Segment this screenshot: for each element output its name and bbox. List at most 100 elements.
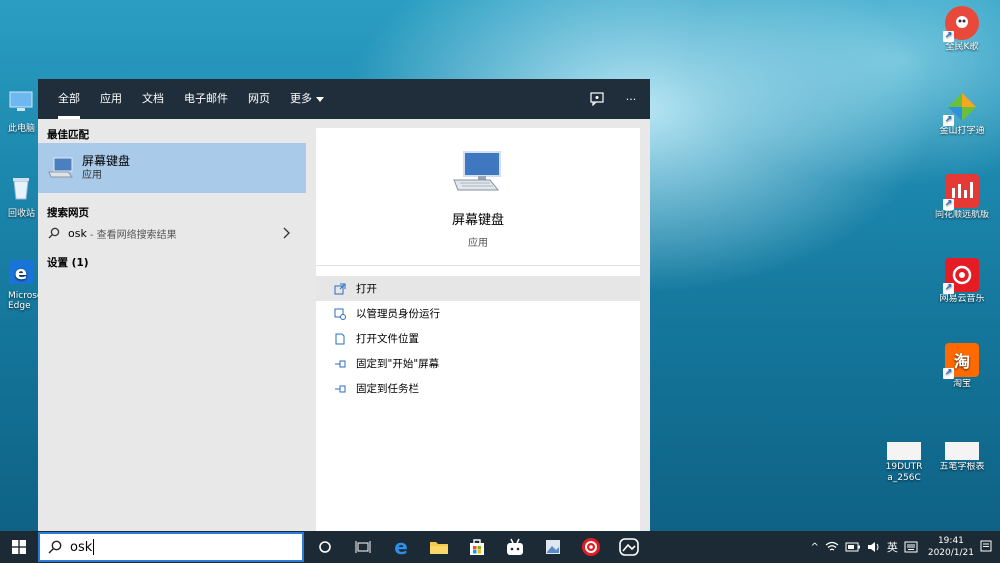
- action-open[interactable]: 打开: [316, 276, 640, 301]
- best-match-heading: 最佳匹配: [47, 129, 89, 141]
- keyboard-monitor-icon: [48, 157, 74, 178]
- open-icon: [334, 283, 346, 295]
- show-hidden-icons-button[interactable]: ^: [810, 542, 818, 553]
- photos-icon: [619, 538, 639, 556]
- desktop-icon-image-file-2[interactable]: 五笔字根表: [932, 442, 992, 473]
- chevron-right-icon[interactable]: [282, 227, 290, 239]
- more-options-button[interactable]: ···: [622, 90, 640, 108]
- tab-web[interactable]: 网页: [238, 79, 280, 119]
- taskbar-search-input[interactable]: osk: [38, 532, 304, 562]
- this-pc-icon: [9, 91, 33, 111]
- svg-text:e: e: [394, 537, 408, 557]
- clock[interactable]: 19:41 2020/1/21: [928, 535, 974, 559]
- tab-apps[interactable]: 应用: [90, 79, 132, 119]
- desktop-icon-edge[interactable]: e Microsoft Edge: [0, 258, 49, 311]
- desktop-icon-kingsoft-typing[interactable]: ↗ 金山打字通: [932, 90, 992, 137]
- action-label: 打开文件位置: [356, 333, 419, 345]
- clock-time: 19:41: [937, 536, 964, 546]
- action-run-as-admin[interactable]: 以管理员身份运行: [316, 301, 640, 326]
- desktop-icon-netease-music[interactable]: ↗ 网易云音乐: [932, 258, 992, 305]
- action-label: 固定到"开始"屏幕: [356, 358, 440, 370]
- windows-logo-icon: [12, 540, 26, 554]
- desktop-icon-stock-app[interactable]: ↗ 同花顺远航版: [932, 174, 992, 221]
- edge-icon: e: [394, 537, 408, 557]
- desktop-icon-taobao[interactable]: 淘 ↗ 淘宝: [932, 343, 992, 390]
- shortcut-arrow-icon: ↗: [943, 199, 954, 210]
- desktop-icon-recycle-bin[interactable]: 回收站: [0, 173, 38, 219]
- tab-all[interactable]: 全部: [48, 79, 90, 119]
- tab-more-label: 更多: [290, 92, 312, 105]
- best-match-subtitle: 应用: [82, 170, 102, 181]
- desktop-icon-image-file-1[interactable]: 19DUTR a_256C: [874, 442, 934, 484]
- taskbar: osk e ^ 英 19:41 2020/1/21: [0, 531, 1000, 563]
- text-cursor: [93, 539, 95, 555]
- taskbar-app-photos[interactable]: [610, 531, 648, 563]
- desktop-icon-label: 淘宝: [952, 379, 971, 389]
- input-method-indicator[interactable]: 英: [887, 539, 898, 555]
- taskbar-app-store[interactable]: [458, 531, 496, 563]
- cortana-button[interactable]: [306, 531, 344, 563]
- cortana-icon: [319, 541, 331, 553]
- best-match-item[interactable]: 屏幕键盘 应用: [38, 143, 306, 193]
- edge-icon: e: [9, 260, 33, 284]
- settings-heading[interactable]: 设置 (1): [38, 247, 306, 271]
- volume-icon[interactable]: [867, 541, 881, 553]
- search-input-value: osk: [70, 539, 93, 555]
- recycle-bin-icon: [13, 178, 29, 200]
- action-label: 以管理员身份运行: [356, 308, 440, 320]
- tab-documents[interactable]: 文档: [132, 79, 174, 119]
- action-pin-to-start[interactable]: 固定到"开始"屏幕: [316, 351, 640, 376]
- desktop-icon-this-pc[interactable]: 此电脑: [0, 88, 38, 134]
- shortcut-arrow-icon: ↗: [943, 368, 954, 379]
- shortcut-arrow-icon: ↗: [943, 283, 954, 294]
- stock-app-icon: ↗: [943, 174, 979, 210]
- shortcut-arrow-icon: ↗: [943, 31, 954, 42]
- keyboard-icon[interactable]: [904, 541, 918, 553]
- shortcut-arrow-icon: ↗: [943, 115, 954, 126]
- action-label: 打开: [356, 283, 377, 295]
- action-pin-to-taskbar[interactable]: 固定到任务栏: [316, 376, 640, 401]
- web-search-query: osk: [68, 226, 87, 240]
- wifi-icon[interactable]: [825, 541, 839, 553]
- folder-icon: [430, 542, 448, 554]
- detail-subtitle: 应用: [468, 238, 488, 249]
- chevron-down-icon: [316, 96, 324, 102]
- desktop-icon-karaoke[interactable]: ↗ 全民K歌: [932, 6, 992, 53]
- pin-icon: [334, 383, 346, 395]
- notifications-icon[interactable]: [980, 540, 992, 554]
- taskbar-app-edge[interactable]: e: [382, 531, 420, 563]
- search-panel: 全部 应用 文档 电子邮件 网页 更多 ··· 最佳匹配 屏幕键盘 应用 搜索网…: [38, 79, 650, 531]
- task-view-icon: [355, 541, 371, 553]
- detail-actions: 打开 以管理员身份运行 打开文件位置 固定到"开始"屏幕 固定到任务栏: [316, 266, 640, 401]
- action-open-file-location[interactable]: 打开文件位置: [316, 326, 640, 351]
- store-icon: [470, 539, 484, 555]
- desktop-icon-label: 此电脑: [8, 124, 36, 134]
- svg-text:e: e: [15, 263, 27, 284]
- web-search-result[interactable]: osk - 查看网络搜索结果: [38, 221, 306, 245]
- detail-title: 屏幕键盘: [451, 213, 504, 228]
- image-file-icon: [887, 442, 921, 460]
- start-button[interactable]: [0, 531, 38, 563]
- desktop-icon-label: 五笔字根表: [939, 462, 985, 472]
- image-file-icon: [945, 442, 979, 460]
- battery-icon[interactable]: [845, 542, 861, 552]
- taskbar-app-explorer[interactable]: [420, 531, 458, 563]
- system-tray: ^ 英 19:41 2020/1/21: [810, 531, 992, 563]
- file-location-icon: [334, 333, 346, 345]
- tab-more[interactable]: 更多: [280, 79, 334, 119]
- task-view-button[interactable]: [344, 531, 382, 563]
- tab-email[interactable]: 电子邮件: [174, 79, 238, 119]
- search-icon: [48, 227, 60, 239]
- results-list: 最佳匹配 屏幕键盘 应用 搜索网页 osk - 查看网络搜索结果 设置 (1): [38, 119, 306, 531]
- action-label: 固定到任务栏: [356, 383, 419, 395]
- feedback-icon[interactable]: [588, 90, 606, 108]
- kingsoft-typing-icon: ↗: [943, 90, 979, 126]
- taskbar-app-bilibili[interactable]: [496, 531, 534, 563]
- netease-music-icon: [582, 538, 600, 556]
- desktop-icon-label: 19DUTR a_256C: [885, 462, 923, 483]
- run-as-admin-icon: [334, 308, 346, 320]
- best-match-title: 屏幕键盘: [82, 154, 131, 168]
- taskbar-app-netease-music[interactable]: [572, 531, 610, 563]
- taskbar-app-image-viewer[interactable]: [534, 531, 572, 563]
- web-search-hint: - 查看网络搜索结果: [89, 229, 177, 241]
